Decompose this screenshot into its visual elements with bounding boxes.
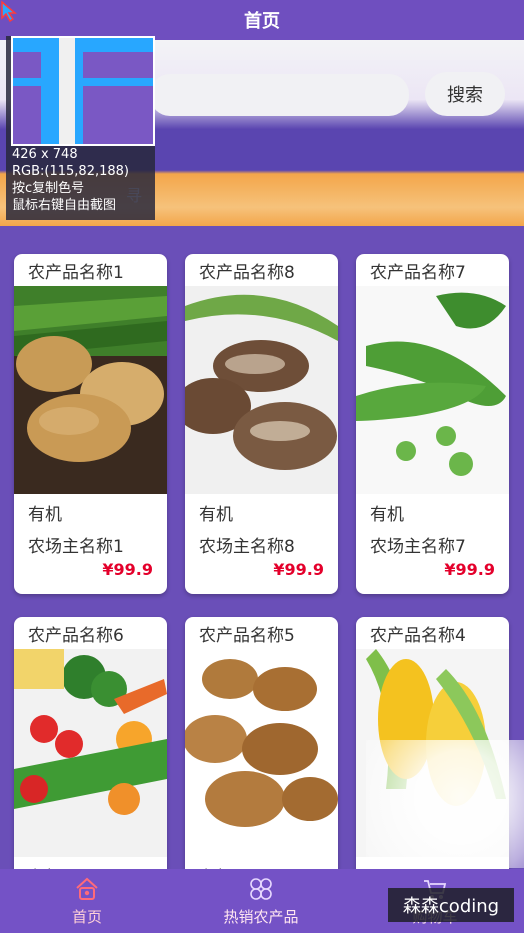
product-image-potato[interactable] [14,286,167,494]
product-image-shiitake[interactable] [185,286,338,494]
product-card[interactable]: 农产品名称1 有机 农场主名称1 ¥99.9 [14,254,167,594]
page-title: 首页 [244,11,280,32]
product-image-peas[interactable] [356,286,509,494]
farm-name: 农场主名称7 [370,537,466,557]
overlay-preview [11,36,155,146]
product-name: 农产品名称5 [199,626,295,646]
search-button[interactable]: 搜索 [425,72,505,116]
product-name: 农产品名称8 [199,263,295,283]
nav-home-label: 首页 [71,907,102,926]
nav-hot-products-label: 热销农产品 [223,907,299,926]
product-card[interactable]: 农产品名称6 有机 [14,617,167,877]
watermark-glow [366,740,524,868]
farm-name: 农场主名称8 [199,537,295,557]
product-tag: 有机 [199,505,233,525]
product-name: 农产品名称6 [28,626,124,646]
product-name: 农产品名称7 [370,263,466,283]
product-tag: 有机 [28,505,62,525]
home-icon [76,877,98,900]
overlay-size: 426 x 748 [12,147,78,162]
product-name: 农产品名称1 [28,263,124,283]
product-price: ¥99.9 [102,560,153,579]
overlay-screenshot-hint: 鼠标右键自由截图 [12,198,117,213]
product-card[interactable]: 农产品名称7 有机 农场主名称7 ¥99.9 [356,254,509,594]
farm-name: 农场主名称1 [28,537,124,557]
overlay-rgb: RGB:(115,82,188) [12,164,129,179]
product-name: 农产品名称4 [370,626,466,646]
nav-home[interactable]: 首页 [0,876,174,927]
watermark: 森森coding [388,888,514,922]
product-tag: 有机 [370,505,404,525]
nav-hot-products[interactable]: 热销农产品 [174,876,348,927]
search-input[interactable] [150,74,409,116]
product-card[interactable]: 农产品名称5 有机 [185,617,338,877]
product-card[interactable]: 农产品名称8 有机 农场主名称8 ¥99.9 [185,254,338,594]
product-image-mushrooms[interactable] [185,649,338,857]
overlay-copy-hint: 按c复制色号 [12,181,85,196]
cursor-icon [1,0,18,22]
product-price: ¥99.9 [444,560,495,579]
product-image-vegetables[interactable] [14,649,167,857]
color-picker-overlay: 426 x 748 RGB:(115,82,188) 按c复制色号 鼠标右键自由… [6,36,155,220]
flower-icon [250,877,272,900]
product-price: ¥99.9 [273,560,324,579]
app-header: 首页 [0,0,524,40]
